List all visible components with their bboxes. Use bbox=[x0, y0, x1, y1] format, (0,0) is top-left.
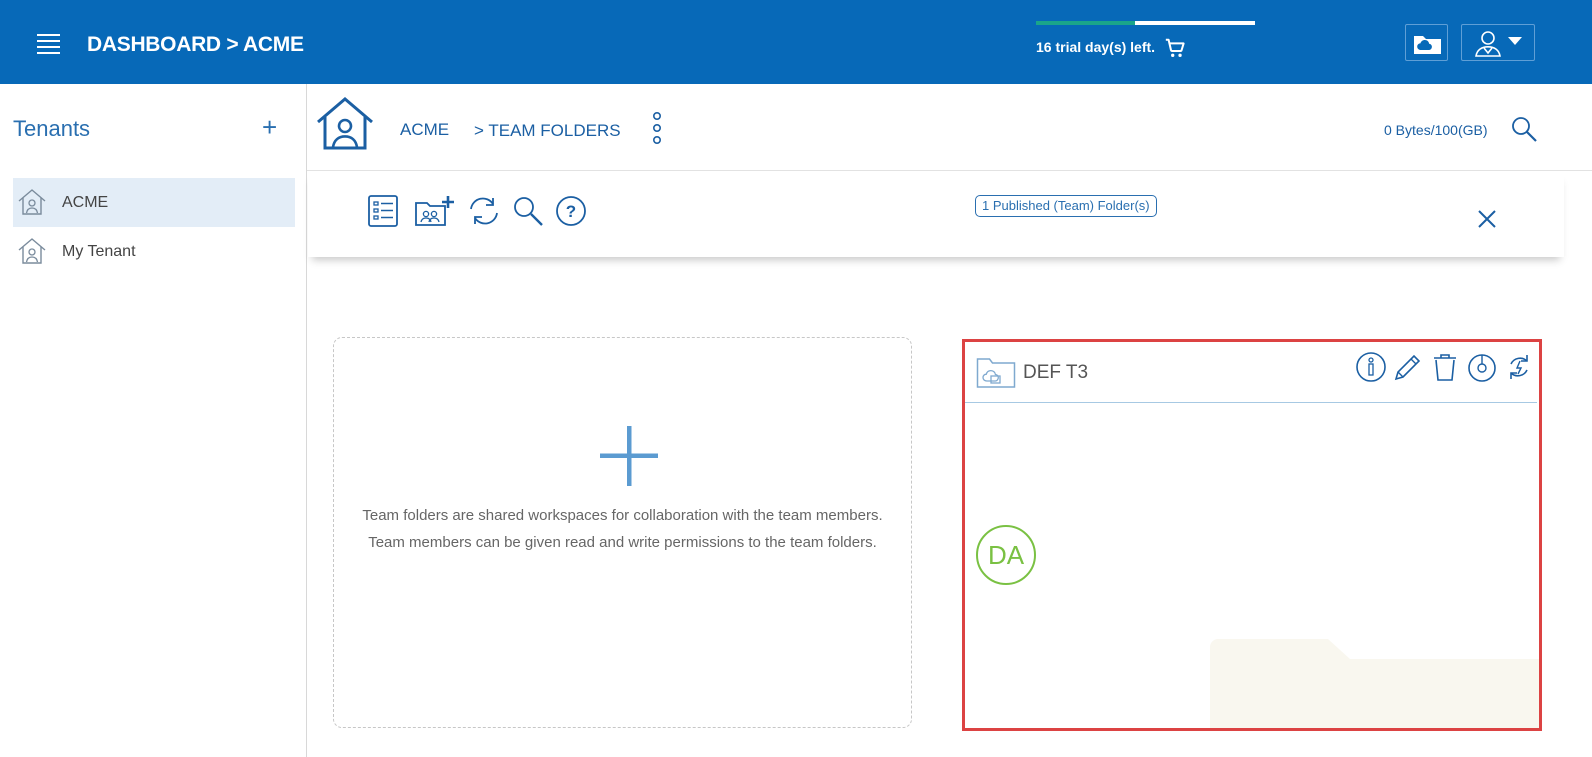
more-icon[interactable] bbox=[651, 111, 663, 145]
plus-icon bbox=[600, 426, 658, 486]
user-icon bbox=[1475, 31, 1501, 57]
close-icon[interactable] bbox=[1476, 208, 1498, 230]
add-tenant-button[interactable]: + bbox=[262, 112, 277, 143]
sidebar-item-my-tenant[interactable]: My Tenant bbox=[13, 227, 295, 276]
add-team-folder-card[interactable]: Team folders are shared workspaces for c… bbox=[333, 337, 912, 728]
search-icon[interactable] bbox=[1510, 115, 1538, 143]
menu-icon[interactable] bbox=[37, 34, 60, 54]
sidebar-title: Tenants bbox=[13, 116, 91, 141]
sidebar-item-label: My Tenant bbox=[62, 243, 136, 260]
team-folder-name: DEF T3 bbox=[1023, 362, 1089, 383]
svg-text:?: ? bbox=[566, 202, 576, 221]
avatar[interactable]: DA bbox=[976, 525, 1036, 585]
disk-usage-icon[interactable] bbox=[1466, 351, 1498, 383]
add-card-description-line2: Team members can be given read and write… bbox=[368, 534, 877, 551]
user-menu-button[interactable] bbox=[1461, 24, 1535, 61]
team-folder-card[interactable]: DEF T3 DA bbox=[962, 339, 1542, 731]
page-breadcrumb: DASHBOARD > ACME bbox=[87, 33, 304, 56]
breadcrumb-root[interactable]: ACME bbox=[400, 120, 449, 140]
cart-icon[interactable] bbox=[1164, 37, 1186, 59]
tenant-house-icon bbox=[18, 189, 46, 215]
sidebar-item-label: ACME bbox=[62, 194, 109, 211]
delete-icon[interactable] bbox=[1429, 351, 1461, 383]
add-team-folder-icon[interactable] bbox=[414, 194, 456, 228]
top-bar: DASHBOARD > ACME 16 trial day(s) left. bbox=[0, 0, 1592, 84]
cloud-drive-button[interactable] bbox=[1405, 24, 1448, 61]
storage-usage: 0 Bytes/100(GB) bbox=[1384, 122, 1488, 138]
trial-progress-fill bbox=[1036, 21, 1135, 25]
search-icon[interactable] bbox=[510, 194, 546, 228]
tenant-house-icon bbox=[18, 238, 46, 264]
cloud-folder-icon bbox=[1414, 36, 1441, 54]
info-icon[interactable] bbox=[1355, 351, 1387, 383]
folder-watermark-icon bbox=[1210, 639, 1539, 728]
home-icon[interactable] bbox=[315, 96, 375, 152]
list-view-icon[interactable] bbox=[366, 194, 402, 228]
breadcrumb-current[interactable]: > TEAM FOLDERS bbox=[474, 121, 621, 141]
chevron-down-icon bbox=[1508, 37, 1522, 45]
sidebar-item-acme[interactable]: ACME bbox=[13, 178, 295, 227]
folder-toolbar: ? 1 Published (Team) Folder(s) bbox=[308, 171, 1564, 257]
team-folder-icon bbox=[976, 358, 1016, 388]
edit-icon[interactable] bbox=[1392, 351, 1424, 383]
help-icon[interactable]: ? bbox=[554, 194, 590, 228]
trial-progress-bar bbox=[1036, 21, 1255, 25]
add-card-description-line1: Team folders are shared workspaces for c… bbox=[362, 507, 883, 524]
trial-days-text: 16 trial day(s) left. bbox=[1036, 39, 1156, 55]
sync-icon[interactable] bbox=[1503, 351, 1535, 383]
tenants-sidebar: Tenants + ACME My Tenant bbox=[0, 84, 307, 757]
published-folders-badge: 1 Published (Team) Folder(s) bbox=[975, 195, 1157, 217]
refresh-icon[interactable] bbox=[466, 194, 502, 228]
card-divider bbox=[965, 402, 1537, 403]
path-bar: ACME > TEAM FOLDERS 0 Bytes/100(GB) bbox=[307, 84, 1592, 171]
